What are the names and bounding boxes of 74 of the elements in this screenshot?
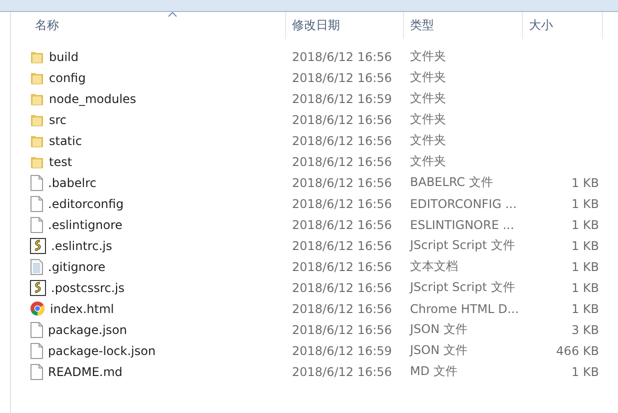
file-icon — [30, 196, 43, 212]
file-icon — [30, 342, 43, 358]
file-size: 1 KB — [571, 260, 599, 274]
file-type: JScript Script 文件 — [410, 238, 515, 252]
script-file-icon — [30, 280, 46, 296]
file-type: 文件夹 — [410, 49, 446, 63]
file-size: 3 KB — [571, 322, 599, 336]
file-name[interactable]: README.md — [48, 364, 122, 378]
file-type: BABELRC 文件 — [410, 175, 493, 189]
modified-date: 2018/6/12 16:59 — [292, 344, 392, 358]
modified-date: 2018/6/12 16:56 — [292, 154, 392, 168]
file-type: 文件夹 — [410, 70, 446, 84]
modified-date: 2018/6/12 16:56 — [292, 302, 392, 316]
file-name[interactable]: .gitignore — [48, 260, 106, 274]
file-name[interactable]: src — [49, 112, 67, 126]
text-file-icon — [30, 258, 43, 274]
file-size: 1 KB — [571, 238, 599, 252]
file-name[interactable]: .postcssrc.js — [51, 280, 124, 294]
file-name[interactable]: .eslintrc.js — [51, 238, 112, 252]
file-type: EDITORCONFIG ... — [410, 196, 517, 210]
file-name[interactable]: .eslintignore — [48, 218, 122, 232]
file-name[interactable]: build — [49, 50, 79, 64]
file-type: JSON 文件 — [410, 322, 468, 336]
file-type: Chrome HTML D... — [410, 302, 519, 316]
file-type: 文件夹 — [410, 154, 446, 168]
file-type: ESLINTIGNORE ... — [410, 218, 514, 232]
file-name[interactable]: .babelrc — [48, 176, 96, 190]
modified-date: 2018/6/12 16:56 — [292, 238, 392, 252]
folder-icon — [30, 134, 44, 148]
file-size: 1 KB — [571, 218, 599, 232]
file-type: JSON 文件 — [410, 343, 468, 357]
file-type: MD 文件 — [410, 364, 458, 378]
file-name[interactable]: package-lock.json — [48, 344, 156, 358]
file-name[interactable]: package.json — [48, 322, 128, 336]
modified-date: 2018/6/12 16:56 — [292, 50, 392, 64]
file-name[interactable]: .editorconfig — [48, 196, 124, 210]
file-icon — [30, 174, 43, 190]
file-name[interactable]: node_modules — [49, 92, 136, 106]
file-name[interactable]: test — [49, 154, 72, 168]
browser-logo-icon — [30, 301, 45, 316]
script-file-icon — [30, 238, 46, 254]
file-name[interactable]: config — [49, 70, 86, 84]
modified-date: 2018/6/12 16:56 — [292, 70, 392, 84]
file-size: 1 KB — [571, 280, 599, 294]
modified-date: 2018/6/12 16:56 — [292, 196, 392, 210]
file-type: 文件夹 — [410, 112, 446, 126]
modified-date: 2018/6/12 16:56 — [292, 176, 392, 190]
modified-date: 2018/6/12 16:56 — [292, 134, 392, 148]
file-name[interactable]: static — [49, 134, 82, 148]
file-name[interactable]: index.html — [50, 302, 114, 316]
folder-icon — [30, 70, 44, 84]
file-size: 1 KB — [571, 196, 599, 210]
folder-icon — [30, 154, 44, 168]
file-type: 文件夹 — [410, 133, 446, 147]
modified-date: 2018/6/12 16:56 — [292, 280, 392, 294]
file-size: 466 KB — [556, 344, 599, 358]
folder-icon — [30, 92, 44, 106]
modified-date: 2018/6/12 16:56 — [292, 112, 392, 126]
folder-icon — [30, 112, 44, 126]
file-size: 1 KB — [571, 364, 599, 378]
modified-date: 2018/6/12 16:56 — [292, 364, 392, 378]
modified-date: 2018/6/12 16:59 — [292, 92, 392, 106]
file-icon — [30, 216, 43, 232]
folder-icon — [30, 50, 44, 64]
file-type: 文本文档 — [410, 259, 458, 273]
file-icon — [30, 364, 43, 380]
file-size: 1 KB — [571, 176, 599, 190]
file-size: 1 KB — [571, 302, 599, 316]
modified-date: 2018/6/12 16:56 — [292, 260, 392, 274]
file-icon — [30, 322, 43, 338]
file-type: 文件夹 — [410, 91, 446, 105]
modified-date: 2018/6/12 16:56 — [292, 322, 392, 336]
modified-date: 2018/6/12 16:56 — [292, 218, 392, 232]
file-type: JScript Script 文件 — [410, 280, 515, 294]
